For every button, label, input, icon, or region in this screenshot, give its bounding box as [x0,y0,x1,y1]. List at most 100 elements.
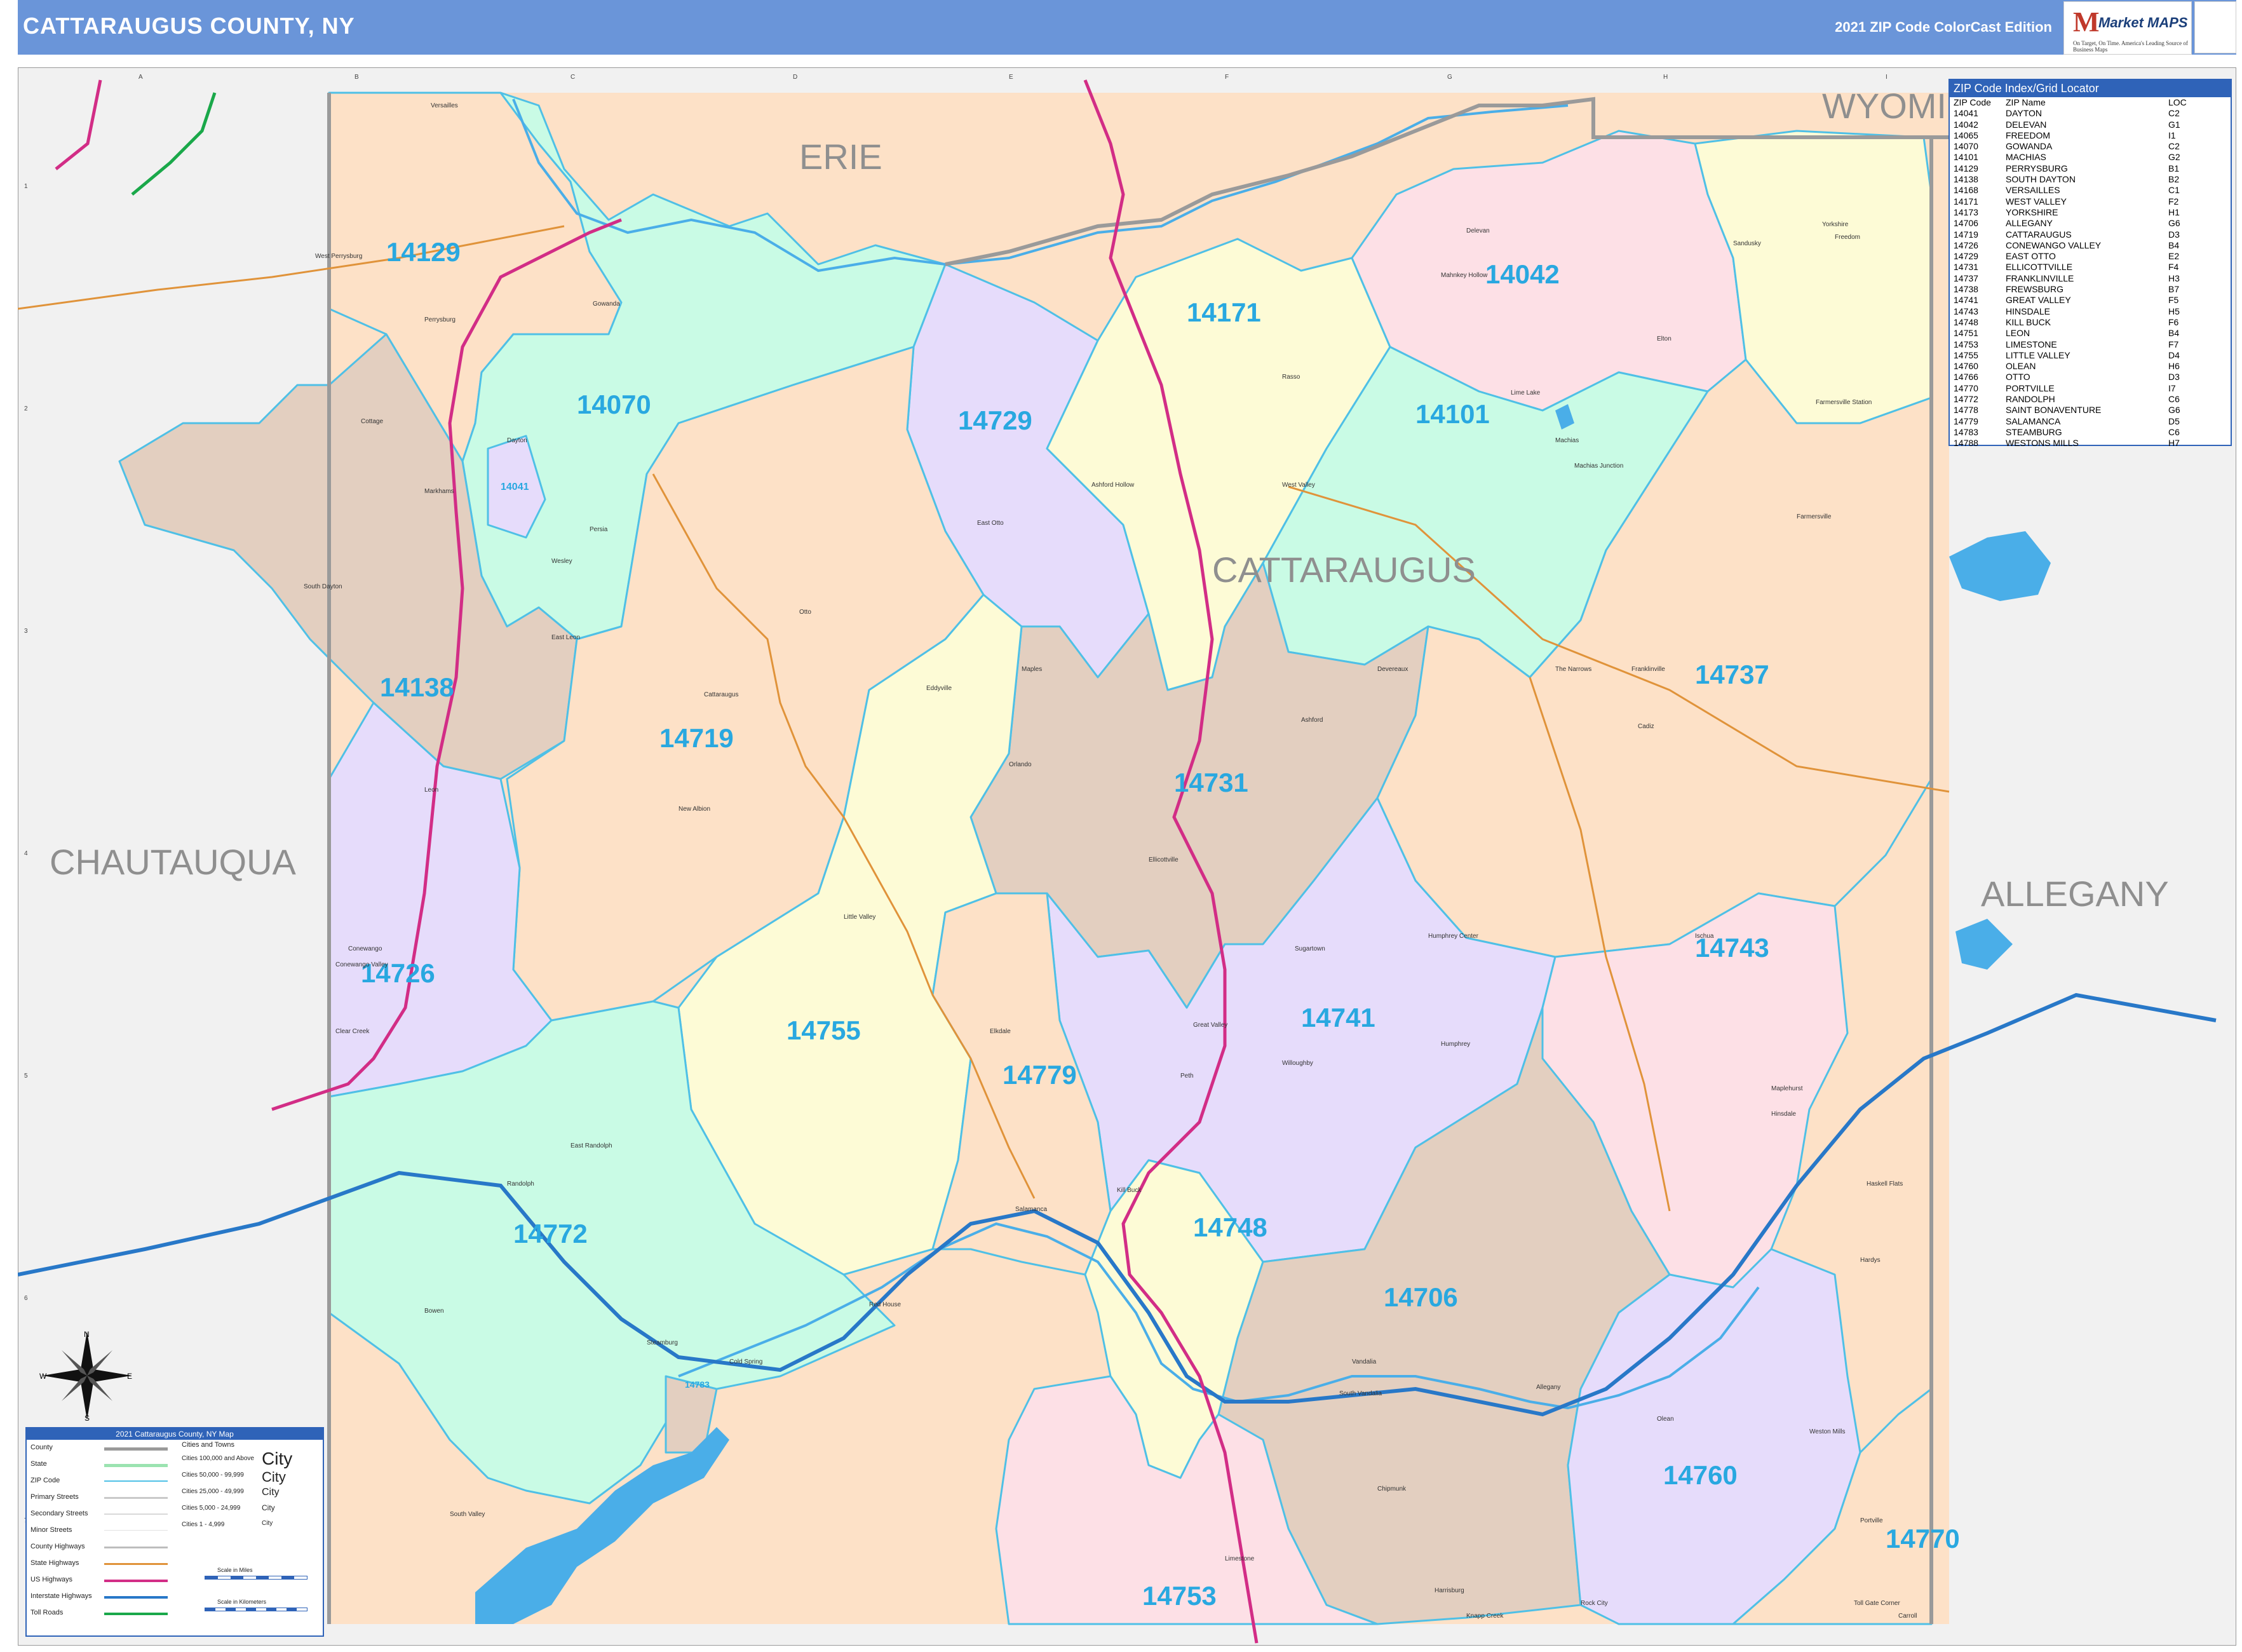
zip-index-name: FRANKLINVILLE [2006,273,2074,283]
legend-toll-line [104,1613,168,1615]
zip-index-name: FREWSBURG [2006,284,2063,295]
zip-index-loc: H6 [2168,361,2180,372]
zip-index-name: STEAMBURG [2006,426,2062,437]
legend-secondary: Secondary Streets [30,1510,88,1517]
zip-map[interactable]: ERIE WYOMI CATTARAUGUS CHAUTAUQUA ALLEGA… [18,67,2236,1646]
town-label: Farmersville Station [1816,399,1872,406]
legend-county: County [30,1444,53,1451]
zip-index-loc: G6 [2168,218,2180,229]
town-label: Rock City [1581,1600,1608,1607]
legend-title: 2021 Cattaraugus County, NY Map [27,1428,323,1440]
zip-index-row: 14706 ALLEGANY G6 [1950,218,2231,229]
zip-index-row: 14129 PERRYSBURG B1 [1950,163,2231,174]
zip-index-loc: I7 [2168,383,2176,393]
zip-index-code: 14129 [1954,163,1978,173]
legend-city-5: Cities 1 - 4,999 [182,1521,225,1528]
legend-city-sample-3: City [262,1487,280,1498]
town-label: Mahnkey Hollow [1441,272,1488,279]
town-label: Persia [590,526,608,533]
legend-county-line [104,1447,168,1451]
town-label: Machias [1555,437,1579,444]
zip-label-14731: 14731 [1174,768,1248,797]
zip-index-name: PERRYSBURG [2006,163,2068,173]
town-label: Ischua [1695,933,1714,940]
zip-label-14772: 14772 [513,1219,588,1249]
zip-index-loc: C2 [2168,141,2180,152]
zip-index-code: 14770 [1954,383,1978,393]
zip-index-loc: D4 [2168,349,2180,360]
zip-index-row: 14748 KILL BUCK F6 [1950,317,2231,328]
zip-label-14706: 14706 [1384,1282,1458,1312]
zip-index-code: 14751 [1954,328,1978,339]
zip-index-row: 14065 FREEDOM I1 [1950,130,2231,141]
zip-label-14755: 14755 [787,1015,861,1045]
zip-index-loc: C2 [2168,108,2180,119]
zip-index-code: 14042 [1954,119,1978,130]
zip-index-row: 14778 SAINT BONAVENTURE G6 [1950,405,2231,416]
town-label: Ellicottville [1149,856,1178,863]
legend-city-sample-4: City [262,1503,275,1512]
town-label: Olean [1657,1416,1674,1423]
zip-index-panel: ZIP Code Index/Grid Locator ZIP Code ZIP… [1948,79,2232,449]
zip-index-code: 14783 [1954,426,1978,437]
zip-index-name: OLEAN [2006,361,2036,372]
zip-index-loc: B4 [2168,328,2180,339]
grid-col-d: D [793,74,797,81]
legend-city-sample-5: City [262,1520,273,1527]
zip-index-name: WESTONS MILLS [2006,438,2079,449]
legend-scale-miles: Scale in Miles [217,1567,253,1573]
logo-m-icon: M [2073,6,2100,37]
town-label: Markhams [424,488,454,495]
town-label: Yorkshire [1822,221,1849,228]
zip-index-title: ZIP Code Index/Grid Locator [1950,80,2231,97]
zip-index-row: 14173 YORKSHIRE H1 [1950,207,2231,218]
town-label: Red House [869,1301,901,1308]
town-label: Sugartown [1295,945,1325,952]
town-label: Great Valley [1193,1022,1227,1029]
compass-rose-icon: N S E W [39,1330,132,1423]
town-label: Otto [799,609,811,616]
zip-index-loc: G1 [2168,119,2180,130]
zip-index-loc: B4 [2168,240,2180,250]
zip-index-name: CATTARAUGUS [2006,229,2072,240]
zip-index-code: 14779 [1954,416,1978,426]
town-label: Haskell Flats [1867,1181,1903,1188]
town-label: Steamburg [647,1339,678,1346]
col-zip-header: ZIP Code [1954,97,1991,107]
zip-index-name: CONEWANGO VALLEY [2006,240,2102,250]
grid-row-3: 3 [24,628,28,635]
zip-index-loc: G2 [2168,152,2180,163]
zip-index-name: VERSAILLES [2006,185,2060,196]
legend-county-hwy: County Highways [30,1543,85,1550]
town-label: Machias Junction [1574,463,1623,470]
zip-index-code: 14760 [1954,361,1978,372]
zip-index-code: 14070 [1954,141,1978,152]
town-label: Willoughby [1282,1060,1313,1067]
zip-index-name: ALLEGANY [2006,218,2053,229]
town-label: Clear Creek [335,1028,370,1035]
contact-box [2194,1,2236,53]
zip-index-row: 14726 CONEWANGO VALLEY B4 [1950,240,2231,251]
zip-index-name: FREEDOM [2006,130,2050,140]
town-label: West Perrysburg [315,253,362,260]
legend-secondary-line [104,1513,168,1515]
zip-index-loc: C6 [2168,426,2180,437]
zip-index-loc: H5 [2168,306,2180,316]
zip-index-row: 14788 WESTONS MILLS H7 [1950,438,2231,449]
zip-index-row: 14168 VERSAILLES C1 [1950,185,2231,196]
zip-label-14770: 14770 [1886,1524,1960,1554]
map-title: CATTARAUGUS COUNTY, NY [23,13,355,39]
zip-label-14779: 14779 [1003,1060,1077,1090]
zip-index-code: 14737 [1954,273,1978,283]
zip-index-name: OTTO [2006,372,2030,383]
town-label: Franklinville [1631,666,1665,673]
zip-index-row: 14171 WEST VALLEY F2 [1950,196,2231,207]
legend-scale-km-bar [205,1608,307,1611]
logo-tagline: On Target, On Time. America's Leading So… [2073,40,2188,53]
zip-index-loc: F2 [2168,196,2179,207]
legend-scale-km: Scale in Kilometers [217,1599,267,1605]
town-label: East Otto [977,520,1004,527]
zip-label-14748: 14748 [1193,1212,1267,1242]
town-label: East Leon [551,634,580,641]
town-label: Cottage [361,418,383,425]
